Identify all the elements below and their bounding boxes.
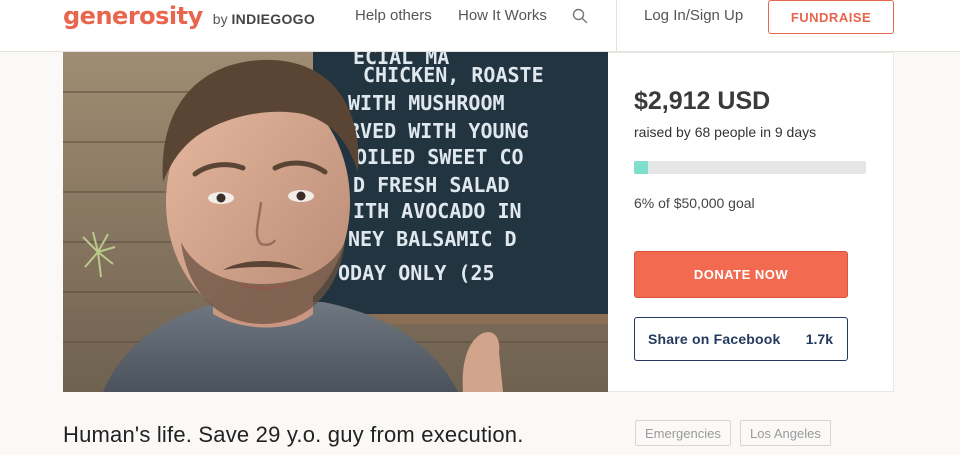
- share-facebook-button[interactable]: Share on Facebook 1.7k: [634, 317, 848, 361]
- chalk-line: OILED SWEET CO: [355, 145, 524, 169]
- nav-how-it-works[interactable]: How It Works: [458, 7, 547, 25]
- share-facebook-label: Share on Facebook: [648, 331, 781, 347]
- goal-progress-fill: [634, 161, 648, 174]
- logo-by-prefix: by: [212, 11, 228, 27]
- raised-summary: raised by 68 people in 9 days: [634, 124, 817, 140]
- logo-wordmark: generosity: [63, 2, 203, 30]
- chalk-line: D FRESH SALAD: [353, 173, 510, 197]
- tag-location[interactable]: Los Angeles: [740, 420, 831, 446]
- tag-emergencies[interactable]: Emergencies: [635, 420, 731, 446]
- donation-panel: $2,912 USD raised by 68 people in 9 days…: [608, 52, 894, 392]
- logo[interactable]: generosity by INDIEGOGO: [63, 0, 315, 40]
- goal-progress-bar: [634, 161, 866, 174]
- goal-text: 6% of $50,000 goal: [634, 195, 755, 211]
- amount-raised: $2,912 USD: [634, 87, 771, 115]
- fundraise-button[interactable]: FUNDRAISE: [768, 0, 894, 34]
- site-header: generosity by INDIEGOGO Help others How …: [0, 0, 960, 52]
- nav-login[interactable]: Log In/Sign Up: [644, 7, 743, 25]
- chalk-line: ITH AVOCADO IN: [353, 199, 522, 223]
- search-icon[interactable]: [571, 7, 589, 25]
- nav-divider: [616, 0, 617, 52]
- chalk-line: ODAY ONLY (25: [338, 261, 495, 285]
- chalk-line: NEY BALSAMIC D: [348, 227, 517, 251]
- campaign-hero-image: ECIAL MA CHICKEN, ROASTE WITH MUSHROOM R…: [63, 52, 608, 392]
- chalk-line: CHICKEN, ROASTE: [363, 63, 544, 87]
- chalk-line: WITH MUSHROOM: [348, 91, 505, 115]
- nav-help-others[interactable]: Help others: [355, 7, 432, 25]
- logo-by-brand: INDIEGOGO: [231, 11, 316, 27]
- share-count: 1.7k: [805, 331, 833, 347]
- donate-now-button[interactable]: DONATE NOW: [634, 251, 848, 298]
- logo-byline: by INDIEGOGO: [213, 3, 315, 35]
- campaign-title: Human's life. Save 29 y.o. guy from exec…: [63, 422, 524, 447]
- chalk-line: RVED WITH YOUNG: [348, 119, 529, 143]
